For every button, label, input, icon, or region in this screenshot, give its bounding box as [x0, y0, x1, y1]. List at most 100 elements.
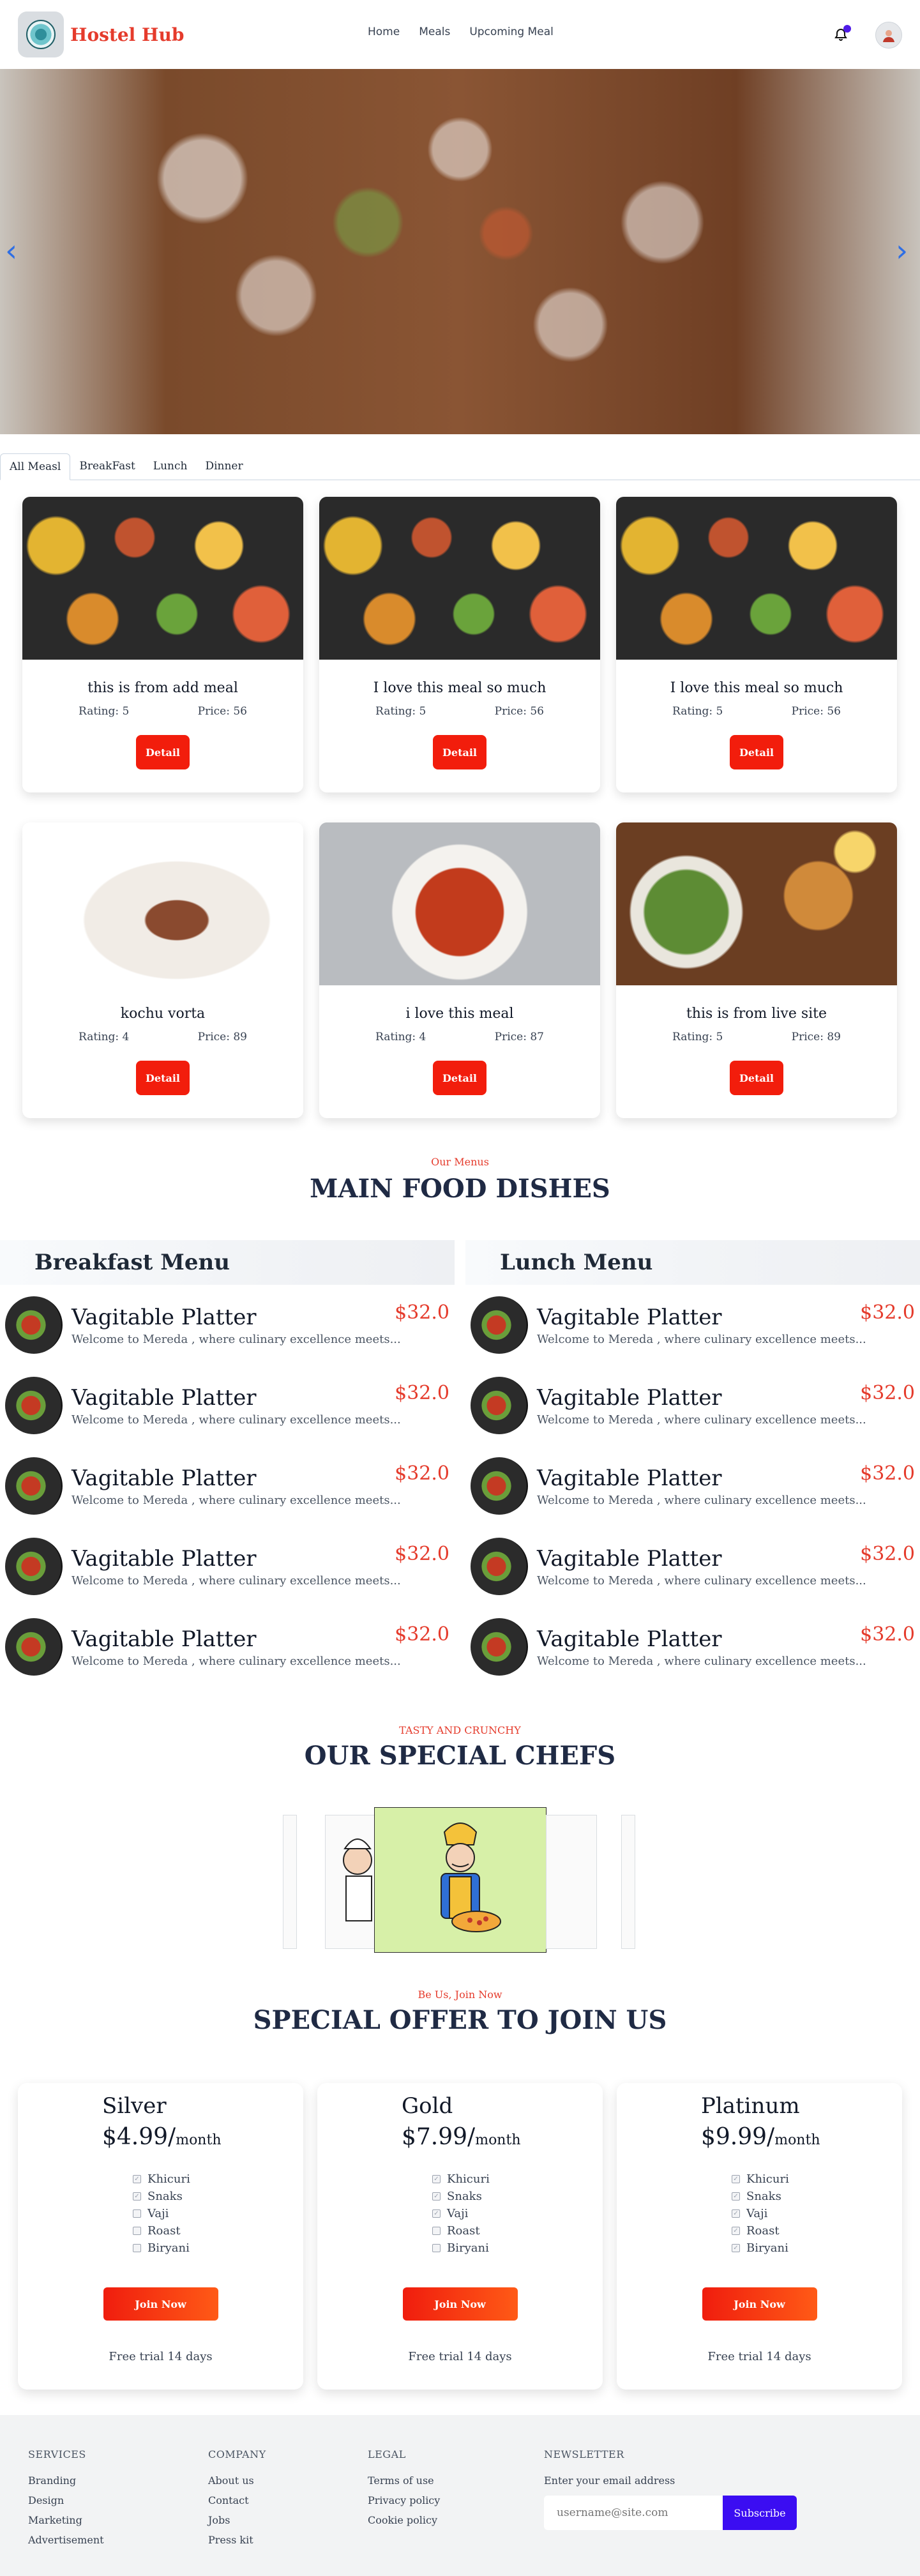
meal-tabs: All Measl BreakFast Lunch Dinner	[0, 453, 920, 480]
meal-image	[319, 822, 600, 985]
brand-name[interactable]: Hostel Hub	[70, 24, 184, 45]
bell-icon[interactable]	[833, 25, 851, 43]
check-icon: ✓	[133, 2192, 141, 2201]
menu-item[interactable]: Vagitable Platter Welcome to Mereda , whe…	[0, 1607, 455, 1687]
avatar[interactable]	[875, 22, 902, 49]
logo[interactable]	[18, 11, 64, 57]
menus-title: MAIN FOOD DISHES	[310, 1174, 610, 1204]
navbar: Hostel Hub Home Meals Upcoming Meal	[0, 0, 920, 69]
dish-image	[471, 1618, 528, 1676]
dish-description: Welcome to Mereda , where culinary excel…	[537, 1332, 866, 1346]
meal-rating: Rating: 5	[375, 705, 426, 718]
plan-trial: Free trial 14 days	[109, 2350, 213, 2363]
meal-meta: Rating: 5 Price: 89	[616, 1031, 897, 1043]
chef-slide	[621, 1815, 635, 1949]
footer-link[interactable]: Terms of use	[368, 2474, 440, 2487]
nav-home[interactable]: Home	[368, 26, 400, 38]
dish-name: Vagitable Platter	[72, 1304, 257, 1330]
menu-item[interactable]: Vagitable Platter Welcome to Mereda , whe…	[465, 1285, 920, 1365]
plan-card-gold: Gold $7.99/month ✓ Khicuri ✓ Snaks ✓ Vaji R…	[317, 2083, 603, 2390]
tab-all-meals[interactable]: All Measl	[0, 453, 71, 480]
meal-rating: Rating: 5	[672, 705, 723, 718]
join-now-button[interactable]: Join Now	[402, 2287, 518, 2321]
detail-button[interactable]: Detail	[136, 1061, 190, 1095]
detail-button[interactable]: Detail	[433, 735, 486, 769]
nav-upcoming-meal[interactable]: Upcoming Meal	[469, 26, 554, 38]
meal-image	[22, 497, 303, 660]
lunch-menu: Lunch Menu Vagitable Platter Welcome to M…	[465, 1240, 920, 1687]
menu-item[interactable]: Vagitable Platter Welcome to Mereda , whe…	[465, 1607, 920, 1687]
dish-price: $32.0	[395, 1301, 449, 1324]
detail-button[interactable]: Detail	[136, 735, 190, 769]
footer-newsletter: NEWSLETTER Enter your email address Subs…	[544, 2448, 797, 2530]
tab-lunch[interactable]: Lunch	[144, 453, 197, 480]
menu-item[interactable]: Vagitable Platter Welcome to Mereda , whe…	[0, 1526, 455, 1607]
footer-link[interactable]: Marketing	[28, 2514, 104, 2526]
plan-price: $4.99/month	[102, 2124, 222, 2150]
footer-link[interactable]: Design	[28, 2494, 104, 2506]
chef-carousel[interactable]	[283, 1807, 637, 1957]
footer-link[interactable]: Jobs	[208, 2514, 266, 2526]
checkbox-icon	[432, 2227, 441, 2235]
menu-item[interactable]: Vagitable Platter Welcome to Mereda , whe…	[465, 1446, 920, 1526]
tab-breakfast[interactable]: BreakFast	[70, 453, 144, 480]
dish-price: $32.0	[395, 1462, 449, 1485]
dish-image	[5, 1457, 63, 1515]
meal-image	[319, 497, 600, 660]
dish-image	[471, 1538, 528, 1595]
chefs-kicker: TASTY AND CRUNCHY	[399, 1724, 521, 1736]
checkbox-icon	[432, 2244, 441, 2252]
tab-dinner[interactable]: Dinner	[196, 453, 252, 480]
chevron-right-icon[interactable]: ›	[896, 235, 915, 267]
chefs-title: OUR SPECIAL CHEFS	[304, 1741, 616, 1771]
footer-link[interactable]: Privacy policy	[368, 2494, 440, 2506]
dish-price: $32.0	[395, 1382, 449, 1404]
detail-button[interactable]: Detail	[730, 735, 783, 769]
dish-image	[471, 1457, 528, 1515]
dish-name: Vagitable Platter	[537, 1626, 722, 1652]
meal-meta: Rating: 4 Price: 87	[319, 1031, 600, 1043]
meal-price: Price: 56	[791, 705, 841, 718]
offer-kicker: Be Us, Join Now	[418, 1989, 502, 2001]
chevron-left-icon[interactable]: ‹	[5, 235, 24, 267]
menu-item[interactable]: Vagitable Platter Welcome to Mereda , whe…	[465, 1526, 920, 1607]
plan-price: $9.99/month	[701, 2124, 820, 2150]
dish-name: Vagitable Platter	[537, 1384, 722, 1411]
join-now-button[interactable]: Join Now	[702, 2287, 817, 2321]
menu-item[interactable]: Vagitable Platter Welcome to Mereda , whe…	[0, 1365, 455, 1446]
meal-grid: this is from add meal Rating: 5 Price: 56…	[22, 497, 898, 1118]
dish-price: $32.0	[860, 1301, 915, 1324]
detail-button[interactable]: Detail	[433, 1061, 486, 1095]
menu-item[interactable]: Vagitable Platter Welcome to Mereda , whe…	[0, 1446, 455, 1526]
meal-title: I love this meal so much	[373, 680, 547, 696]
footer-link[interactable]: Advertisement	[28, 2534, 104, 2546]
meal-rating: Rating: 4	[375, 1031, 426, 1043]
newsletter-email-input[interactable]	[544, 2496, 723, 2530]
footer-link[interactable]: About us	[208, 2474, 266, 2487]
footer-link[interactable]: Cookie policy	[368, 2514, 440, 2526]
newsletter-label: Enter your email address	[544, 2474, 675, 2487]
meal-price: Price: 89	[791, 1031, 841, 1043]
meal-image	[22, 822, 303, 985]
dish-price: $32.0	[860, 1543, 915, 1565]
menu-item[interactable]: Vagitable Platter Welcome to Mereda , whe…	[465, 1365, 920, 1446]
menu-item[interactable]: Vagitable Platter Welcome to Mereda , whe…	[0, 1285, 455, 1365]
dish-price: $32.0	[860, 1623, 915, 1646]
subscribe-button[interactable]: Subscribe	[723, 2496, 797, 2530]
plan-features: ✓ Khicuri ✓ Snaks ✓ Vaji ✓ Roast ✓ Biryani	[732, 2171, 789, 2257]
check-icon: ✓	[732, 2227, 740, 2235]
dish-name: Vagitable Platter	[537, 1545, 722, 1572]
join-now-button[interactable]: Join Now	[103, 2287, 218, 2321]
meal-meta: Rating: 5 Price: 56	[616, 705, 897, 718]
notification-dot	[843, 25, 851, 33]
footer-link[interactable]: Contact	[208, 2494, 266, 2506]
meal-card: kochu vorta Rating: 4 Price: 89 Detail	[22, 822, 303, 1118]
checkbox-icon	[133, 2209, 141, 2218]
meal-meta: Rating: 5 Price: 56	[22, 705, 303, 718]
footer-link[interactable]: Press kit	[208, 2534, 266, 2546]
footer-link[interactable]: Branding	[28, 2474, 104, 2487]
dish-name: Vagitable Platter	[72, 1384, 257, 1411]
detail-button[interactable]: Detail	[730, 1061, 783, 1095]
nav-meals[interactable]: Meals	[419, 26, 450, 38]
dish-description: Welcome to Mereda , where culinary excel…	[537, 1654, 866, 1668]
